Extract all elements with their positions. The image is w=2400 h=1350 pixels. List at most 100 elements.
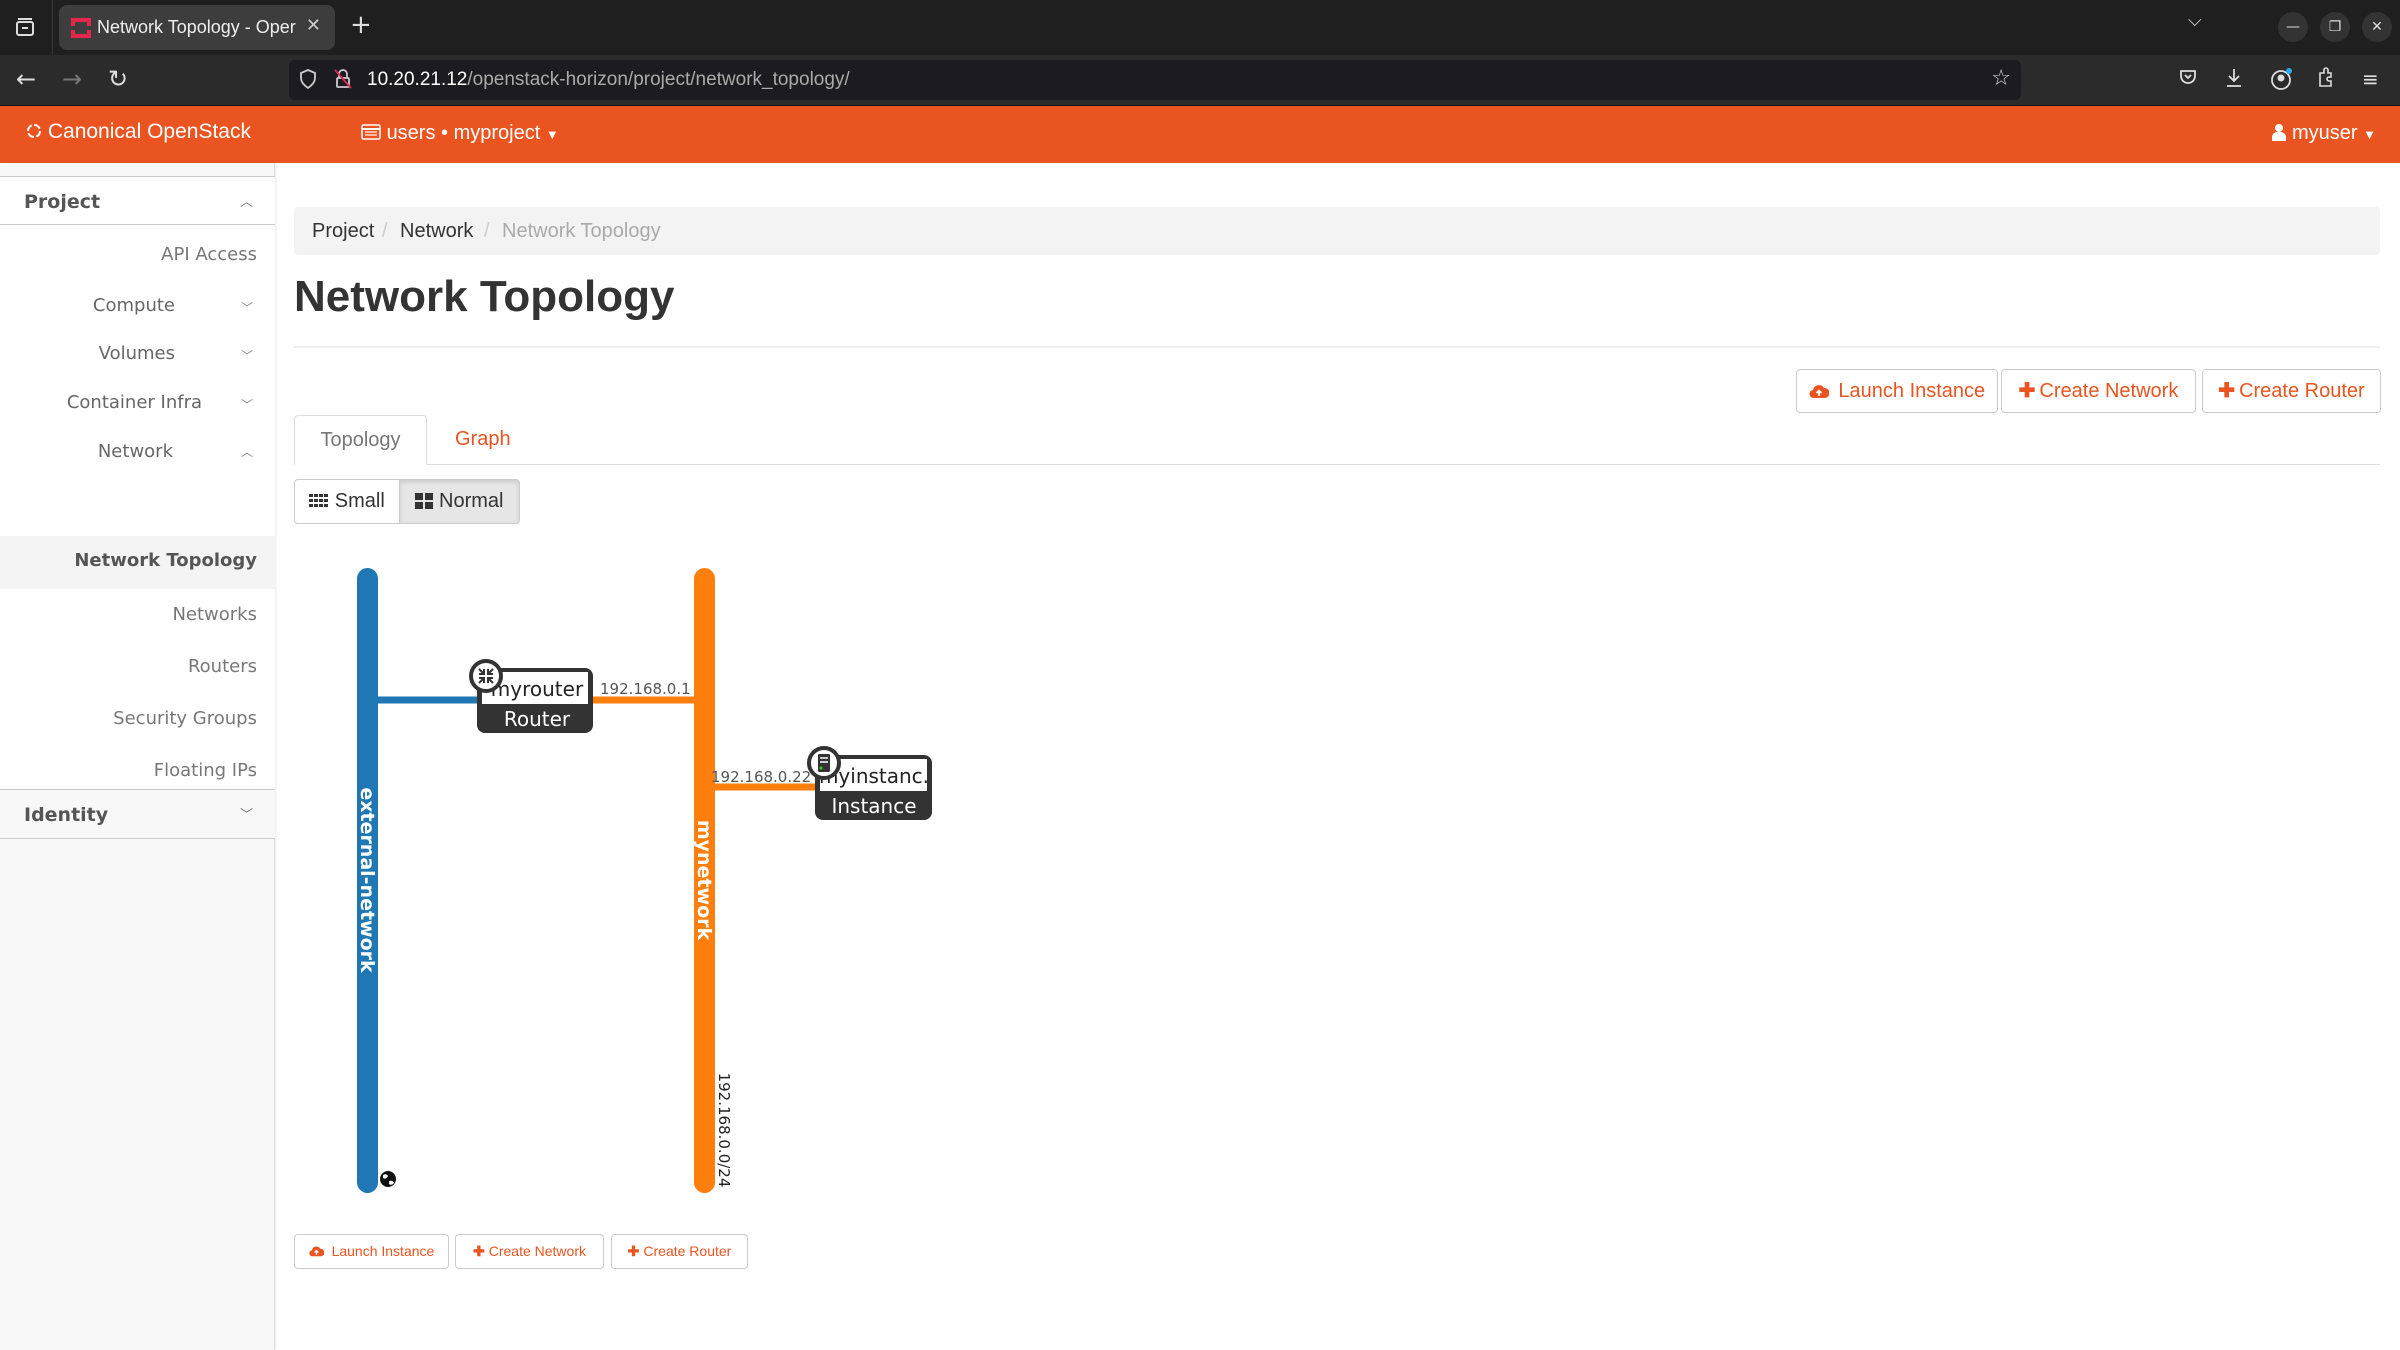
- breadcrumb-item-project[interactable]: Project: [312, 220, 374, 243]
- title-divider: [294, 346, 2380, 348]
- sidebar-item-security-groups[interactable]: Security Groups: [113, 708, 257, 729]
- address-bar[interactable]: 10.20.21.12/openstack-horizon/project/ne…: [289, 60, 2021, 100]
- size-normal-button[interactable]: Normal: [399, 479, 520, 524]
- breadcrumb-item-current: Network Topology: [502, 220, 661, 242]
- create-router-button[interactable]: ✚ Create Router: [2202, 369, 2381, 413]
- network-name-label: mynetwork: [693, 820, 715, 941]
- pocket-icon[interactable]: [2178, 67, 2198, 92]
- project-picker-label: users • myproject: [386, 122, 541, 144]
- extensions-icon[interactable]: [2316, 67, 2336, 94]
- browser-tab-strip: Network Topology - Oper ✕ + ⌵ — ❐ ✕: [0, 0, 2400, 55]
- page-title: Network Topology: [294, 272, 675, 321]
- browser-tab-active[interactable]: Network Topology - Oper ✕: [59, 5, 335, 50]
- user-menu-label: myuser: [2291, 122, 2358, 144]
- insecure-lock-icon[interactable]: [333, 68, 353, 95]
- sidebar-section-project[interactable]: Project ︿: [0, 176, 275, 225]
- cloud-upload-icon: [1809, 380, 1835, 402]
- sidebar-section-project-label: Project: [24, 191, 101, 213]
- minimize-window-icon[interactable]: —: [2278, 12, 2308, 42]
- create-router-label: Create Router: [643, 1243, 732, 1259]
- close-tab-icon[interactable]: ✕: [306, 15, 321, 36]
- launch-instance-button[interactable]: Launch Instance: [1796, 369, 1998, 413]
- sidebar-item-networks[interactable]: Networks: [172, 604, 257, 625]
- sidebar-item-network-topology[interactable]: Network Topology: [74, 550, 257, 571]
- instance-type-label: Instance: [831, 794, 916, 818]
- plus-icon: ✚: [2218, 380, 2236, 402]
- sidebar-group-compute[interactable]: Compute ﹀: [0, 295, 275, 325]
- breadcrumb-separator: /: [484, 220, 490, 242]
- sidebar-group-volumes[interactable]: Volumes ﹀: [0, 343, 275, 373]
- instance-node[interactable]: myinstanc. Instance: [807, 746, 932, 820]
- sidebar-item-floating-ips[interactable]: Floating IPs: [154, 760, 257, 781]
- downloads-icon[interactable]: [2224, 67, 2244, 94]
- chevron-down-icon: ﹀: [240, 301, 253, 315]
- network-mynetwork[interactable]: mynetwork 192.168.0.0/24: [693, 568, 733, 1193]
- router-type-label: Router: [504, 707, 571, 731]
- restore-window-icon[interactable]: ❐: [2320, 12, 2350, 42]
- tab-overview-icon[interactable]: [10, 12, 40, 42]
- launch-instance-label: Launch Instance: [1838, 380, 1986, 402]
- breadcrumb-item-network[interactable]: Network: [400, 220, 473, 243]
- user-icon: [2272, 122, 2292, 144]
- url-host: 10.20.21.12: [367, 69, 468, 90]
- breadcrumb-separator: /: [382, 220, 388, 242]
- grid-large-icon: [415, 490, 439, 512]
- create-network-button-bottom[interactable]: ✚ Create Network: [455, 1234, 604, 1269]
- sidebar-group-label: Container Infra: [66, 392, 202, 413]
- openstack-header: Canonical OpenStack users • myproject ▼ …: [0, 106, 2400, 163]
- router-node[interactable]: myrouter Router: [469, 659, 593, 733]
- sidebar-project-items: API Access Compute ﹀ Volumes ﹀ Container…: [0, 225, 275, 833]
- sidebar-group-network[interactable]: Network ︿: [0, 441, 275, 471]
- list-tabs-chevron-icon[interactable]: ⌵: [2188, 10, 2202, 31]
- chevron-up-icon: ︿: [239, 195, 253, 210]
- launch-instance-button-bottom[interactable]: Launch Instance: [294, 1234, 449, 1269]
- project-picker-dropdown[interactable]: users • myproject ▼: [361, 122, 559, 145]
- back-arrow-icon[interactable]: ←: [16, 65, 36, 93]
- url-path: /openstack-horizon/project/network_topol…: [467, 69, 850, 90]
- sidebar-item-api-access[interactable]: API Access: [161, 244, 257, 265]
- size-normal-label: Normal: [439, 490, 504, 512]
- chevron-down-icon: ﹀: [240, 349, 253, 363]
- new-tab-icon[interactable]: +: [350, 10, 372, 40]
- instance-port-ip-label: 192.168.0.22: [711, 768, 811, 786]
- plus-icon: ✚: [473, 1243, 485, 1259]
- close-window-icon[interactable]: ✕: [2362, 12, 2392, 42]
- size-small-button[interactable]: Small: [294, 479, 400, 524]
- network-name-label: external-network: [356, 787, 378, 973]
- tracking-shield-icon[interactable]: [299, 69, 317, 94]
- create-network-label: Create Network: [2039, 380, 2179, 402]
- chevron-up-icon: ︿: [240, 445, 253, 459]
- app-menu-hamburger-icon[interactable]: ≡: [2362, 67, 2379, 91]
- tab-graph[interactable]: Graph: [455, 415, 511, 465]
- brand-link[interactable]: Canonical OpenStack: [26, 120, 251, 144]
- brand-name: Canonical OpenStack: [47, 120, 251, 143]
- network-external[interactable]: external-network: [356, 568, 396, 1193]
- plus-icon: ✚: [627, 1243, 640, 1259]
- caret-down-icon: ▼: [545, 127, 559, 142]
- user-menu-dropdown[interactable]: myuser ▼: [2272, 122, 2376, 145]
- launch-instance-label: Launch Instance: [331, 1243, 435, 1259]
- url-text[interactable]: 10.20.21.12/openstack-horizon/project/ne…: [367, 69, 850, 91]
- account-icon[interactable]: [2270, 67, 2294, 96]
- reload-icon[interactable]: ↻: [108, 65, 128, 93]
- forward-arrow-icon[interactable]: →: [62, 65, 82, 93]
- breadcrumb: Project / Network / Network Topology: [294, 207, 2380, 255]
- sidebar-group-label: Volumes: [98, 343, 175, 364]
- browser-toolbar: ← → ↻ 10.20.21.12/openstack-horizon/proj…: [0, 55, 2400, 106]
- sidebar-group-container-infra[interactable]: Container Infra ﹀: [0, 392, 275, 422]
- browser-tab-title: Network Topology - Oper: [97, 17, 296, 37]
- sidebar-item-routers[interactable]: Routers: [188, 656, 257, 677]
- cloud-upload-icon: [309, 1243, 328, 1259]
- project-list-icon: [361, 122, 387, 144]
- globe-icon: [380, 1171, 396, 1187]
- tab-topology[interactable]: Topology: [294, 415, 427, 465]
- create-router-label: Create Router: [2239, 380, 2365, 402]
- create-network-button[interactable]: ✚ Create Network: [2001, 369, 2196, 413]
- canonical-logo-icon: [26, 120, 48, 143]
- tab-strip-divider: [52, 0, 53, 55]
- sidebar-section-identity[interactable]: Identity ﹀: [0, 789, 275, 839]
- network-topology-canvas: external-network mynetwork 192.168.0.0/2…: [356, 568, 932, 1193]
- tabs-baseline: [294, 464, 2380, 465]
- bookmark-star-icon[interactable]: ☆: [1991, 66, 2011, 91]
- create-router-button-bottom[interactable]: ✚ Create Router: [611, 1234, 748, 1269]
